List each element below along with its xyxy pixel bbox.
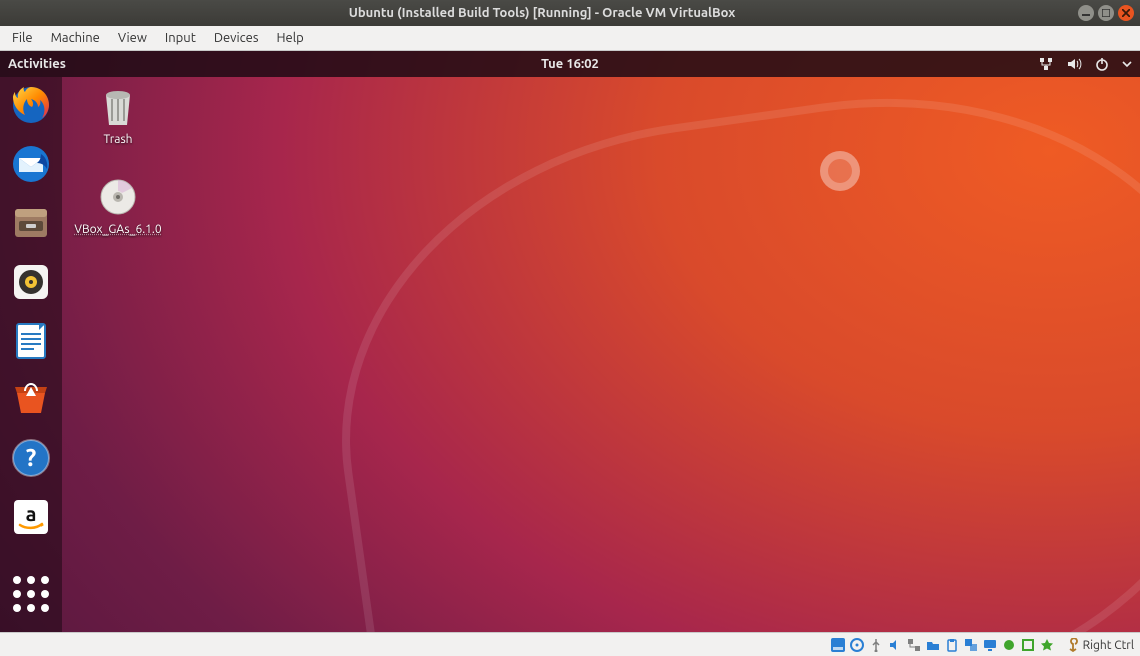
vb-status-vmstate[interactable] [1020, 637, 1036, 653]
chevron-down-icon [1122, 59, 1132, 69]
files-icon [11, 203, 51, 243]
guest-additions-icon [1040, 638, 1054, 652]
vm-state-icon [1021, 638, 1035, 652]
gnome-system-tray[interactable] [1038, 56, 1132, 72]
vb-window-title: Ubuntu (Installed Build Tools) [Running]… [6, 6, 1078, 20]
desktop-icon-vbox-ga-disc[interactable]: VBox_GAs_6.1.0 [78, 175, 158, 236]
vb-host-key-indicator[interactable]: Right Ctrl [1066, 638, 1134, 652]
vb-status-recording[interactable] [1001, 637, 1017, 653]
svg-text:a: a [26, 502, 37, 525]
dock-item-software[interactable] [9, 379, 53, 420]
dock-item-rhythmbox[interactable] [9, 261, 53, 302]
volume-icon [1066, 56, 1082, 72]
vb-status-dragdrop[interactable] [963, 637, 979, 653]
dock-item-thunderbird[interactable] [9, 144, 53, 185]
help-icon: ? [11, 438, 51, 478]
shared-folder-icon [926, 638, 940, 652]
vb-menu-file[interactable]: File [4, 28, 41, 48]
network-icon [907, 638, 921, 652]
vb-menu-devices[interactable]: Devices [206, 28, 267, 48]
desktop-icon-trash[interactable]: Trash [78, 85, 158, 146]
vb-status-network[interactable] [906, 637, 922, 653]
dock-item-writer[interactable] [9, 320, 53, 361]
minimize-button[interactable] [1078, 5, 1094, 21]
close-button[interactable] [1118, 5, 1134, 21]
maximize-button[interactable] [1098, 5, 1114, 21]
vb-menubar: File Machine View Input Devices Help [0, 26, 1140, 51]
harddisk-icon [831, 638, 845, 652]
host-key-icon [1066, 638, 1080, 652]
vb-statusbar: Right Ctrl [0, 632, 1140, 656]
software-icon [11, 379, 51, 419]
vb-status-display[interactable] [982, 637, 998, 653]
vb-menu-input[interactable]: Input [157, 28, 204, 48]
display-icon [983, 638, 997, 652]
firefox-icon [11, 85, 51, 125]
guest-display[interactable]: Activities Tue 16:02 ? [0, 51, 1140, 632]
vb-status-audio[interactable] [887, 637, 903, 653]
power-icon [1094, 56, 1110, 72]
optical-disc-icon [98, 177, 138, 217]
usb-icon [869, 638, 883, 652]
dock-item-files[interactable] [9, 203, 53, 244]
trash-icon [98, 85, 138, 129]
ubuntu-dock: ? a [0, 77, 62, 632]
minimize-icon [1082, 9, 1090, 17]
dock-item-firefox[interactable] [9, 85, 53, 126]
desktop-icon-label: Trash [103, 133, 132, 146]
vb-status-optical[interactable] [849, 637, 865, 653]
wallpaper-art [303, 51, 1140, 632]
optical-disc-icon [850, 638, 864, 652]
amazon-icon: a [11, 497, 51, 537]
activities-button[interactable]: Activities [8, 57, 66, 71]
show-applications-button[interactable] [9, 573, 53, 614]
desktop-icon-label: VBox_GAs_6.1.0 [74, 223, 161, 236]
close-icon [1122, 9, 1130, 17]
rhythmbox-icon [11, 262, 51, 302]
vb-window-titlebar: Ubuntu (Installed Build Tools) [Running]… [0, 0, 1140, 26]
audio-icon [888, 638, 902, 652]
recording-icon [1002, 638, 1016, 652]
vb-menu-machine[interactable]: Machine [43, 28, 108, 48]
drag-drop-icon [964, 638, 978, 652]
wallpaper-art-detail [820, 151, 860, 191]
vb-status-guest-additions[interactable] [1039, 637, 1055, 653]
vb-menu-view[interactable]: View [110, 28, 155, 48]
vb-status-shared-folder[interactable] [925, 637, 941, 653]
gnome-clock[interactable]: Tue 16:02 [0, 57, 1140, 71]
gnome-top-bar: Activities Tue 16:02 [0, 51, 1140, 77]
writer-icon [11, 321, 51, 361]
network-icon [1038, 56, 1054, 72]
vb-status-usb[interactable] [868, 637, 884, 653]
vb-menu-help[interactable]: Help [269, 28, 312, 48]
dock-item-help[interactable]: ? [9, 438, 53, 479]
thunderbird-icon [11, 144, 51, 184]
vb-host-key-label: Right Ctrl [1083, 639, 1134, 652]
vb-status-clipboard[interactable] [944, 637, 960, 653]
svg-text:?: ? [26, 444, 37, 471]
vb-status-harddisk[interactable] [830, 637, 846, 653]
dock-item-amazon[interactable]: a [9, 496, 53, 537]
clipboard-icon [945, 638, 959, 652]
vb-window-controls [1078, 5, 1134, 21]
maximize-icon [1102, 9, 1110, 17]
